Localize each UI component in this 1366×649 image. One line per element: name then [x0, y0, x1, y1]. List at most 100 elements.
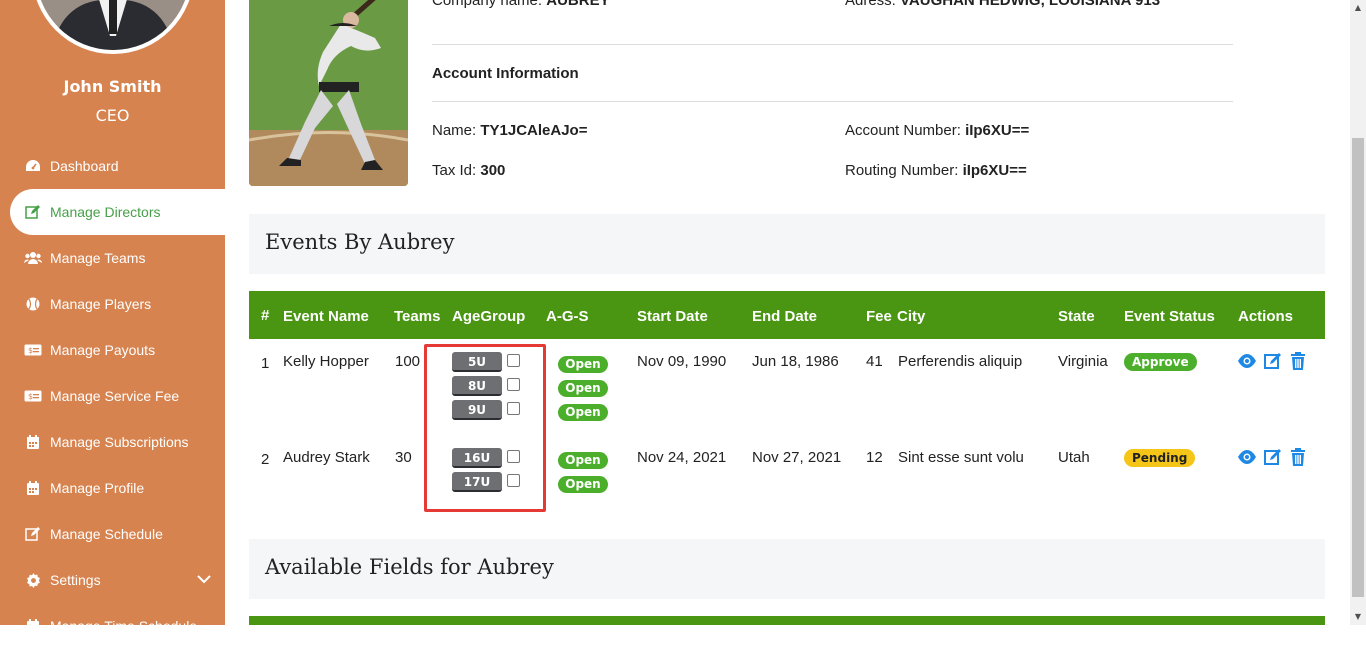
svg-text:$: $: [28, 346, 33, 355]
sidebar-item-label: Manage Subscriptions: [50, 434, 189, 450]
col-header: #: [261, 307, 270, 324]
sidebar-item-label: Manage Schedule: [50, 526, 163, 542]
col-header: Fee: [866, 308, 892, 325]
view-icon[interactable]: [1237, 448, 1256, 466]
delete-icon[interactable]: [1290, 448, 1308, 466]
sidebar-item-label: Manage Players: [50, 296, 152, 312]
money-icon: $: [24, 341, 42, 359]
sidebar-item-manage-directors[interactable]: Manage Directors: [10, 189, 225, 235]
event-name: Kelly Hopper: [283, 353, 369, 370]
event-state: Utah: [1058, 449, 1090, 466]
status-badge: Approve: [1124, 353, 1197, 371]
sidebar-item-label: Manage Profile: [50, 480, 145, 496]
event-fee: 12: [866, 449, 883, 466]
sidebar-item-label: Manage Payouts: [50, 342, 156, 358]
col-header: Teams: [394, 308, 441, 325]
sidebar: John Smith CEO Dashboard Manage Director…: [0, 0, 225, 634]
tax-id: Tax Id: 300: [432, 162, 505, 179]
dashboard-icon: [24, 157, 42, 175]
company-value: AUBREY: [546, 0, 610, 9]
tax-value: 300: [480, 162, 506, 179]
money-icon: $: [24, 387, 42, 405]
col-header: AgeGroup: [452, 308, 526, 325]
sidebar-item-manage-payouts[interactable]: $ Manage Payouts: [10, 327, 225, 373]
chevron-down-icon[interactable]: [197, 571, 211, 587]
tax-label: Tax Id:: [432, 162, 481, 179]
calendar-icon: [24, 433, 42, 451]
age-group-highlight: [424, 344, 546, 512]
account-name: Name: TY1JCAleAJo=: [432, 122, 587, 139]
ags-badge: Open: [558, 452, 608, 469]
ags-badge: Open: [558, 356, 608, 373]
director-photo: [249, 0, 408, 186]
sidebar-item-label: Manage Teams: [50, 250, 146, 266]
events-title: Events By Aubrey: [265, 230, 455, 254]
calendar-icon: [24, 479, 42, 497]
event-start-date: Nov 24, 2021: [637, 449, 727, 466]
sidebar-item-manage-schedule[interactable]: Manage Schedule: [10, 511, 225, 557]
edit-icon: [24, 525, 42, 543]
col-header: City: [897, 308, 926, 325]
users-icon: [24, 249, 42, 267]
address: Adress: VAUGHAN HEDWIG, LOUISIANA 913: [845, 0, 1160, 9]
sidebar-item-settings[interactable]: Settings: [10, 557, 225, 603]
col-header: State: [1058, 308, 1095, 325]
event-end-date: Nov 27, 2021: [752, 449, 842, 466]
event-city: Perferendis aliquip: [898, 353, 1023, 370]
col-header: End Date: [752, 308, 818, 325]
scroll-down-arrow-icon[interactable]: ▼: [1352, 611, 1364, 623]
sidebar-item-label: Manage Service Fee: [50, 388, 180, 404]
sidebar-item-manage-teams[interactable]: Manage Teams: [10, 235, 225, 281]
delete-icon[interactable]: [1290, 352, 1308, 370]
company-label: Company name:: [432, 0, 547, 9]
col-header: Event Status: [1124, 308, 1215, 325]
avatar[interactable]: [32, 0, 194, 54]
sidebar-item-manage-players[interactable]: Manage Players: [10, 281, 225, 327]
event-start-date: Nov 09, 1990: [637, 353, 727, 370]
col-header: Actions: [1238, 308, 1294, 325]
fields-title: Available Fields for Aubrey: [265, 555, 554, 579]
col-header: A-G-S: [546, 308, 589, 325]
event-state: Virginia: [1058, 353, 1108, 370]
col-header: Event Name: [283, 308, 369, 325]
scrollbar-thumb[interactable]: [1352, 138, 1364, 597]
view-icon[interactable]: [1237, 352, 1256, 370]
row-number: 1: [261, 355, 270, 372]
event-end-date: Jun 18, 1986: [752, 353, 839, 370]
sidebar-item-label: Manage Directors: [50, 204, 161, 220]
sidebar-item-manage-subscriptions[interactable]: Manage Subscriptions: [10, 419, 225, 465]
event-name: Audrey Stark: [283, 449, 370, 466]
event-teams: 30: [395, 449, 412, 466]
event-city: Sint esse sunt volu: [898, 449, 1024, 466]
fields-table-header: [249, 616, 1325, 625]
sidebar-item-manage-time-schedule[interactable]: Manage Time Schedule: [10, 603, 225, 649]
svg-text:$: $: [28, 392, 33, 401]
sidebar-item-manage-profile[interactable]: Manage Profile: [10, 465, 225, 511]
sidebar-item-manage-service-fee[interactable]: $ Manage Service Fee: [10, 373, 225, 419]
edit-icon[interactable]: [1264, 448, 1282, 466]
routing-number: Routing Number: iIp6XU==: [845, 162, 1027, 179]
edit-icon[interactable]: [1264, 352, 1282, 370]
address-value: VAUGHAN HEDWIG, LOUISIANA 913: [900, 0, 1161, 9]
sidebar-item-label: Dashboard: [50, 158, 119, 174]
sidebar-item-dashboard[interactable]: Dashboard: [10, 143, 225, 189]
edit-icon: [24, 203, 42, 221]
user-role: CEO: [95, 106, 130, 125]
name-label: Name:: [432, 122, 481, 139]
address-label: Adress:: [845, 0, 901, 9]
sidebar-item-label: Settings: [50, 572, 101, 588]
divider: [432, 101, 1233, 102]
event-fee: 41: [866, 353, 883, 370]
user-name: John Smith: [63, 77, 162, 96]
gear-icon: [24, 571, 42, 589]
baseball-icon: [24, 295, 42, 313]
main-content: Company name: AUBREY Adress: VAUGHAN HED…: [225, 0, 1350, 625]
scroll-up-arrow-icon[interactable]: ▲: [1352, 2, 1364, 14]
name-value: TY1JCAleAJo=: [480, 122, 588, 139]
routing-label: Routing Number:: [845, 162, 963, 179]
status-badge: Pending: [1124, 449, 1196, 467]
event-teams: 100: [395, 353, 421, 370]
ags-badge: Open: [558, 404, 608, 421]
divider: [432, 44, 1233, 45]
company-name: Company name: AUBREY: [432, 0, 610, 9]
